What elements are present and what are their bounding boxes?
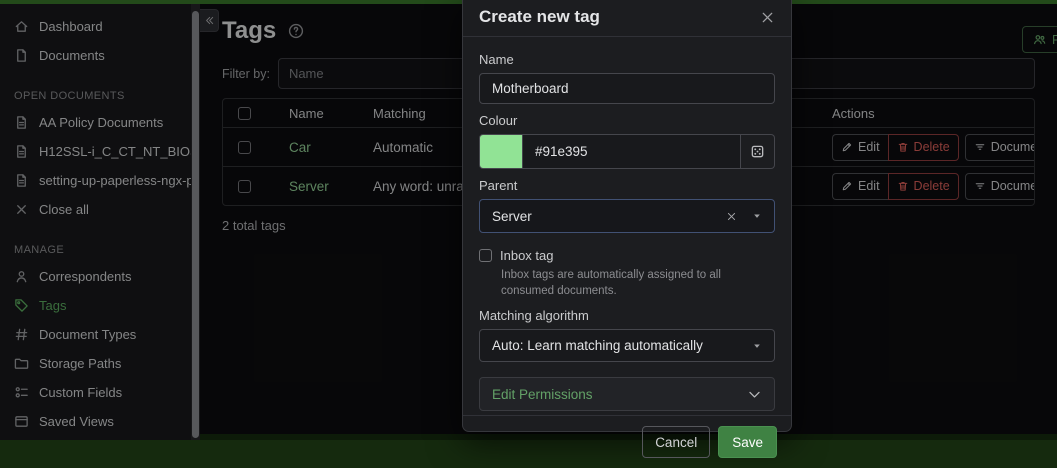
parent-select-value: Server (492, 209, 532, 224)
parent-select[interactable]: Server (479, 199, 775, 233)
matching-algorithm-select[interactable]: Auto: Learn matching automatically (479, 329, 775, 362)
modal-title: Create new tag (479, 7, 600, 27)
parent-label: Parent (479, 178, 775, 193)
colour-hex-input[interactable] (523, 134, 741, 169)
tag-name-input[interactable] (479, 73, 775, 104)
colour-swatch (479, 134, 523, 169)
modal-header: Create new tag (463, 0, 791, 37)
colour-row (479, 134, 775, 169)
random-colour-button[interactable] (741, 134, 775, 169)
cancel-button[interactable]: Cancel (642, 426, 710, 458)
matching-algorithm-label: Matching algorithm (479, 308, 775, 323)
edit-permissions-label: Edit Permissions (492, 387, 593, 402)
caret-down-icon (752, 341, 762, 351)
name-label: Name (479, 52, 775, 67)
chevron-down-icon (747, 387, 762, 402)
colour-label: Colour (479, 113, 775, 128)
inbox-tag-label[interactable]: Inbox tag (500, 248, 554, 263)
inbox-tag-checkbox[interactable] (479, 249, 492, 262)
edit-permissions-accordion[interactable]: Edit Permissions (479, 377, 775, 411)
close-icon[interactable] (760, 10, 775, 25)
dice-icon (750, 144, 765, 159)
clear-icon[interactable] (726, 211, 737, 222)
modal-body: Name Colour Parent Server Inbox tag Inbo… (463, 37, 791, 415)
modal-footer: Cancel Save (463, 415, 791, 468)
caret-down-icon (752, 211, 762, 221)
inbox-tag-hint: Inbox tags are automatically assigned to… (501, 268, 775, 299)
matching-algorithm-value: Auto: Learn matching automatically (492, 338, 703, 353)
inbox-tag-row: Inbox tag (479, 248, 775, 263)
save-button[interactable]: Save (718, 426, 777, 458)
create-tag-modal: Create new tag Name Colour Parent Server… (462, 0, 792, 432)
